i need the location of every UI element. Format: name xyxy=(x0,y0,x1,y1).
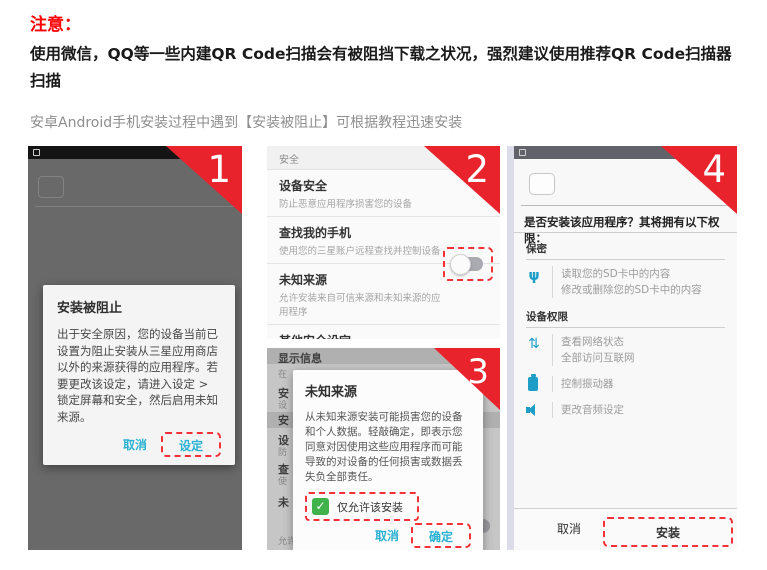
highlight-dashed-box: 安装 xyxy=(603,517,733,547)
divider xyxy=(514,232,737,233)
highlight-dashed-box xyxy=(443,247,493,281)
bg-fragment: 设 xyxy=(278,398,287,411)
cancel-button[interactable]: 取消 xyxy=(115,432,155,457)
audio-speaker-icon xyxy=(526,404,540,416)
network-arrows-icon: ⇅ xyxy=(523,336,545,352)
dialog-title: 未知来源 xyxy=(305,381,471,400)
step4-screenshot: 1 4G 7 是否安装该应用程序？其将拥有以下权限： 保密 ψ 读取您的SD卡中… xyxy=(514,146,737,550)
divider xyxy=(526,327,725,328)
app-icon-placeholder xyxy=(38,176,64,198)
install-button[interactable]: 安装 xyxy=(656,524,680,541)
step1-screenshot: 1 4G 7 安装被阻止 出于安全原因，您的设备当前已设置为阻止安装从三星应用商… xyxy=(28,146,242,550)
screenshot-icon xyxy=(33,149,40,156)
highlight-dashed-box: 设定 xyxy=(161,432,221,457)
bg-fragment: 在 xyxy=(278,367,287,380)
dialog-title: 安装被阻止 xyxy=(57,297,221,316)
permission-vibrate: 控制振动器 xyxy=(552,376,614,392)
vibrate-battery-icon xyxy=(528,377,538,391)
confirm-button[interactable]: 确定 xyxy=(421,526,461,548)
divider xyxy=(35,206,242,207)
permission-line: 全部访问互联网 xyxy=(561,350,635,366)
checkbox-label: 仅允许该安装 xyxy=(337,499,403,515)
section-privacy: 保密 xyxy=(526,241,547,256)
dialog-body: 出于安全原因，您的设备当前已设置为阻止安装从三星应用商店以外的来源获得的应用程序… xyxy=(57,326,221,425)
highlight-dashed-box: 确定 xyxy=(411,523,471,548)
notice-title: 注意： xyxy=(30,10,81,35)
dialog-body: 从未知来源安装可能损害您的设备和个人数据。轻敲确定，即表示您同意对因使用这些应用… xyxy=(305,410,471,485)
step2-screenshot: 安全 设备安全 防止恶意应用程序损害您的设备 查找我的手机 使用您的三星账户远程… xyxy=(267,146,500,339)
permission-network: 查看网络状态 全部访问互联网 xyxy=(552,334,635,366)
step3-screenshot: 显示信息 在 安 设 安 设 防 查 使 未 允许安装来自可信来源和未知来源的应… xyxy=(267,348,500,550)
cancel-button[interactable]: 取消 xyxy=(367,523,407,548)
install-blocked-dialog: 安装被阻止 出于安全原因，您的设备当前已设置为阻止安装从三星应用商店以外的来源获… xyxy=(43,285,235,465)
notice-body: 使用微信，QQ等一些内建QR Code扫描会有被阻挡下载之状况，强烈建议使用推荐… xyxy=(30,41,742,95)
step-number: 3 xyxy=(467,349,489,395)
unknown-sources-dialog: 未知来源 从未知来源安装可能损害您的设备和个人数据。轻敲确定，即表示您同意对因使… xyxy=(293,370,483,550)
permission-storage: 读取您的SD卡中的内容 修改或删除您的SD卡中的内容 xyxy=(552,266,702,298)
usb-storage-icon: ψ xyxy=(523,268,545,284)
highlight-dashed-box: ✓ 仅允许该安装 xyxy=(305,492,419,521)
permission-line: 控制振动器 xyxy=(561,376,614,392)
bg-fragment: 未 xyxy=(278,494,289,510)
install-question: 是否安装该应用程序？其将拥有以下权限： xyxy=(524,214,731,246)
bg-fragment: 安 xyxy=(278,412,289,428)
bg-fragment: 防 xyxy=(278,445,287,458)
settings-button[interactable]: 设定 xyxy=(171,435,211,457)
step-number: 2 xyxy=(465,147,489,193)
divider xyxy=(521,205,730,206)
screenshot-icon xyxy=(519,149,526,156)
column-divider xyxy=(507,146,514,550)
subtitle: 安卓Android手机安装过程中遇到【安装被阻止】可根据教程迅速安装 xyxy=(30,112,462,132)
step-number: 4 xyxy=(702,147,726,193)
bg-fragment: 显示信息 xyxy=(278,350,322,366)
permission-line: 修改或删除您的SD卡中的内容 xyxy=(561,282,702,298)
checkbox-checked-icon[interactable]: ✓ xyxy=(312,498,329,515)
permission-line: 更改音频设定 xyxy=(561,402,624,418)
permission-audio: 更改音频设定 xyxy=(552,402,624,418)
bg-fragment: 使 xyxy=(278,474,287,487)
tutorial-page: 注意： 使用微信，QQ等一些内建QR Code扫描会有被阻挡下载之状况，强烈建议… xyxy=(0,0,767,570)
permission-line: 查看网络状态 xyxy=(561,334,635,350)
step-number: 1 xyxy=(207,147,231,193)
divider xyxy=(526,259,725,260)
section-device-permissions: 设备权限 xyxy=(526,309,568,324)
list-item-other-security[interactable]: 其他安全设定 更改安全更新和证书存储等其他安全设定 xyxy=(267,324,500,339)
app-icon-placeholder xyxy=(529,173,555,195)
unknown-sources-toggle[interactable] xyxy=(453,257,483,271)
permission-line: 读取您的SD卡中的内容 xyxy=(561,266,702,282)
